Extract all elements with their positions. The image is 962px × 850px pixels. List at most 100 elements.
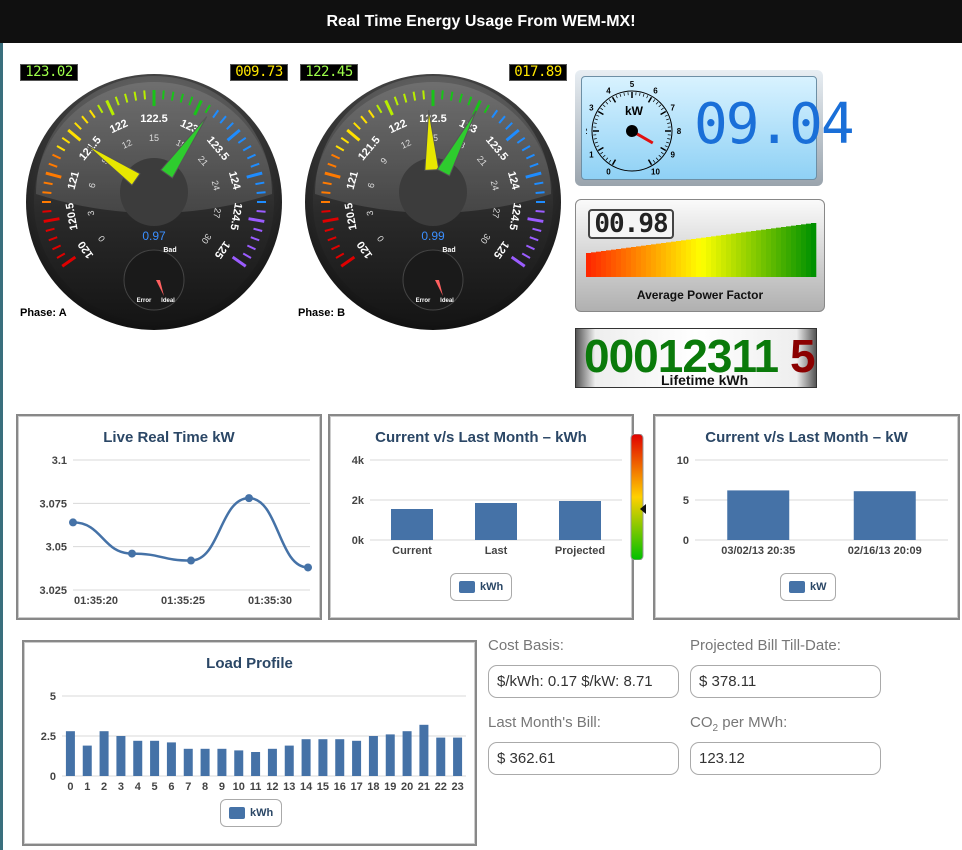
page-title: Real Time Energy Usage From WEM-MX!: [0, 0, 962, 43]
pf-bar-segment: [766, 229, 772, 277]
bar: [183, 748, 193, 776]
bar: [391, 509, 433, 540]
pf-bar-segment: [751, 231, 757, 277]
subdial-error-label: Error: [137, 298, 152, 304]
bar: [559, 501, 601, 540]
x-tick-label: 20: [401, 781, 413, 793]
bar: [284, 745, 294, 776]
cost-basis-label: Cost Basis:: [488, 637, 564, 654]
x-tick-label: 01:35:25: [161, 595, 205, 607]
pf-bar-segment: [791, 225, 797, 277]
pf-bar-segment: [606, 250, 612, 277]
load-profile-chart: 52.500 1 2 3 4 5 6 7 8 9 10 11 12 13 14 15 16 17 18 19 20 21 2…: [41, 691, 466, 793]
pf-bar-segment: [656, 243, 662, 277]
x-tick-label: 8: [202, 781, 208, 793]
kw-dial-tick: [667, 122, 671, 124]
x-tick-label: 7: [185, 781, 191, 793]
x-tick-label: 6: [168, 781, 174, 793]
lifetime-counter: 00012311 5 Lifetime kWh: [575, 328, 817, 388]
gauge-scale-label: 122.5: [140, 113, 168, 125]
kw-dial-tick: [593, 122, 597, 124]
pf-bar-segment: [701, 237, 707, 277]
power-factor-readout: 0.99: [421, 229, 445, 243]
x-tick-label: 2: [101, 781, 107, 793]
pf-bar-segment: [626, 247, 632, 277]
x-tick-label: 21: [418, 781, 430, 793]
power-factor-bar: [586, 223, 817, 277]
live-kw-point: [187, 556, 195, 565]
co2-field[interactable]: 123.12: [690, 742, 881, 775]
pf-bar-segment: [761, 229, 767, 277]
month-kw-legend[interactable]: kW: [780, 573, 836, 601]
y-tick-label: 2.5: [41, 731, 56, 743]
bar: [267, 748, 277, 776]
bar: [150, 740, 160, 776]
kw-dial-tick: [664, 114, 668, 117]
y-tick-label: 3.05: [46, 542, 67, 554]
pf-bar-segment: [641, 245, 647, 277]
gauge-tick: [535, 191, 545, 195]
kw-dial-tick: [611, 96, 617, 103]
y-tick-label: 5: [683, 495, 689, 507]
pf-bar-segment: [611, 249, 617, 277]
power-factor-subdial: [402, 249, 464, 311]
pf-bar-segment: [676, 241, 682, 277]
kw-dial-tick: [594, 118, 598, 121]
pf-bar-segment: [756, 230, 762, 277]
y-tick-label: 0: [50, 771, 56, 783]
pf-bar-segment: [616, 249, 622, 277]
cost-basis-field[interactable]: $/kWh: 0.17 $/kW: 8.71: [488, 665, 679, 698]
kw-dial-tick: [655, 101, 659, 105]
bar: [133, 740, 143, 776]
month-kwh-panel: Current v/s Last Month – kWh 4k 2k 0k Curre…: [328, 414, 634, 620]
subdial-ideal-label: Ideal: [161, 298, 175, 304]
pf-bar-segment: [721, 235, 727, 277]
bar: [251, 752, 261, 776]
kw-dial-tick: [647, 159, 653, 166]
subdial-bad-label: Bad: [442, 247, 455, 254]
kw-dial-tick: [655, 157, 659, 161]
live-kw-title: Live Real Time kW: [103, 429, 235, 446]
x-tick-label: 5: [152, 781, 158, 793]
pf-bar-segment: [716, 235, 722, 277]
pf-bar-segment: [631, 247, 637, 277]
pf-bar-segment: [801, 224, 807, 277]
legend-swatch: [459, 581, 475, 593]
bar: [385, 734, 395, 776]
month-kwh-legend[interactable]: kWh: [450, 573, 513, 601]
pf-bar-segment: [696, 238, 702, 277]
kw-dial-label: 8: [677, 127, 682, 136]
gauge-tick: [321, 191, 331, 195]
pf-bar-segment: [736, 233, 742, 277]
kw-dial-tick: [652, 159, 656, 163]
bar: [853, 491, 916, 540]
y-tick-label: 4k: [352, 455, 365, 467]
pf-bar-segment: [746, 231, 752, 277]
kw-dial-tick: [602, 104, 606, 108]
x-tick-label: 3: [118, 781, 124, 793]
last-bill-field[interactable]: $ 362.61: [488, 742, 679, 775]
gauge-tick: [422, 90, 426, 100]
month-kw-title: Current v/s Last Month – kW: [705, 429, 908, 446]
gauge-inner-label: 15: [149, 133, 159, 143]
pf-bar-segment: [681, 240, 687, 277]
pf-bar-segment: [776, 227, 782, 277]
bar: [436, 737, 446, 776]
kw-dial-tick: [660, 151, 664, 155]
gauge-tick: [440, 90, 444, 100]
kw-dial-tick: [605, 101, 609, 105]
kw-dial-tick: [660, 107, 664, 111]
scale-slider[interactable]: [629, 434, 647, 560]
bar: [99, 731, 109, 776]
x-tick-label: Projected: [555, 545, 605, 557]
legend-label: kW: [810, 581, 827, 593]
kw-dial-tick: [611, 159, 617, 166]
load-profile-legend[interactable]: kWh: [220, 799, 283, 827]
x-tick-label: 03/02/13 20:35: [721, 545, 795, 557]
kw-dial-tick: [642, 93, 645, 97]
kw-dial-label: 9: [670, 151, 675, 160]
x-tick-label: 23: [451, 781, 463, 793]
kw-value-display: 09.04: [694, 92, 855, 157]
projected-bill-field[interactable]: $ 378.11: [690, 665, 881, 698]
legend-label: kWh: [250, 807, 274, 819]
